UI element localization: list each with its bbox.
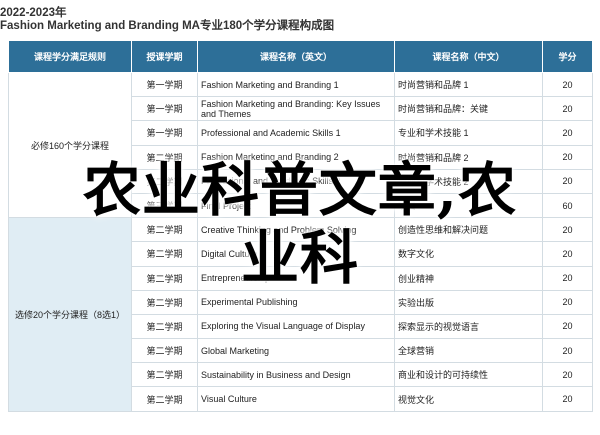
credits-cell: 20	[542, 96, 593, 122]
credits-cell: 20	[542, 120, 593, 146]
col-header-semester: 授课学期	[131, 40, 198, 73]
col-header-name-cn: 课程名称（中文）	[394, 40, 543, 73]
col-header-name-en: 课程名称（英文）	[197, 40, 395, 73]
credits-cell: 20	[542, 313, 593, 340]
course-name-en: Visual Culture	[197, 386, 395, 412]
course-name-cn: 视觉文化	[394, 386, 543, 412]
table-header-row: 课程学分满足规则 授课学期 课程名称（英文） 课程名称（中文） 学分	[8, 40, 593, 73]
course-name-cn: 商业和设计的可持续性	[394, 362, 543, 388]
semester-cell: 第二学期	[131, 386, 198, 412]
semester-cell: 第一学期	[131, 71, 198, 98]
semester-cell: 第二学期	[131, 313, 198, 340]
col-header-rule: 课程学分满足规则	[8, 40, 132, 73]
course-name-en: Fashion Marketing and Branding: Key Issu…	[197, 96, 395, 122]
course-name-en: Exploring the Visual Language of Display	[197, 313, 395, 340]
credits-cell: 20	[542, 338, 593, 364]
course-name-en: Professional and Academic Skills 1	[197, 120, 395, 146]
course-name-en: Sustainability in Business and Design	[197, 362, 395, 388]
col-header-credits: 学分	[542, 40, 593, 73]
page-title: Fashion Marketing and Branding MA专业180个学…	[0, 20, 335, 32]
credits-cell: 20	[542, 386, 593, 412]
course-name-en: Fashion Marketing and Branding 1	[197, 71, 395, 98]
semester-cell: 第一学期	[131, 96, 198, 122]
semester-cell: 第二学期	[131, 362, 198, 388]
watermark-overlay-line-2: 业科	[240, 224, 359, 292]
course-name-cn: 时尚营销和品牌 1	[394, 71, 543, 98]
course-name-cn: 时尚营销和品牌：关键	[394, 96, 543, 122]
course-name-cn: 专业和学术技能 1	[394, 120, 543, 146]
credits-cell: 20	[542, 362, 593, 388]
course-name-cn: 全球营销	[394, 338, 543, 364]
semester-cell: 第一学期	[131, 120, 198, 146]
semester-cell: 第二学期	[131, 338, 198, 364]
credits-cell: 20	[542, 71, 593, 98]
course-name-en: Global Marketing	[197, 338, 395, 364]
table-row: 必修160个学分课程 第一学期 Fashion Marketing and Br…	[8, 71, 593, 219]
course-name-cn: 探索显示的视觉语言	[394, 313, 543, 340]
